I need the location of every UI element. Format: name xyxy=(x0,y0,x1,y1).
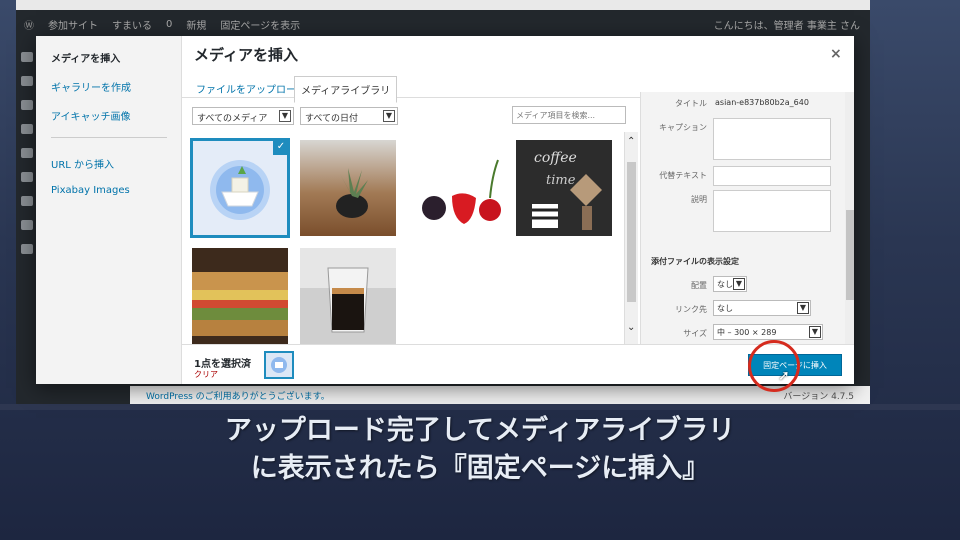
alt-label: 代替テキスト xyxy=(659,171,707,180)
attachment-succulent[interactable] xyxy=(300,140,396,236)
attachment-sandwich[interactable] xyxy=(192,248,288,344)
background-band xyxy=(0,404,960,410)
selection-count: 1点を選択済 xyxy=(194,359,251,370)
posts-icon[interactable] xyxy=(21,76,33,86)
svg-text:coffee: coffee xyxy=(534,150,577,166)
attachment-tofu[interactable]: ✓ xyxy=(190,138,290,238)
caption-line-1: アップロード完了してメディアライブラリ xyxy=(224,415,736,446)
coffee-image: coffee time xyxy=(532,150,602,230)
chevron-down-icon: ▼ xyxy=(279,110,291,122)
caption-field[interactable] xyxy=(713,118,831,160)
menu-insert-media[interactable]: メディアを挿入 xyxy=(51,50,181,65)
menu-separator xyxy=(51,137,167,138)
chevron-down-icon: ▼ xyxy=(809,326,821,338)
berries-image xyxy=(422,159,501,224)
users-icon[interactable] xyxy=(21,196,33,206)
wp-footer: WordPress のご利用ありがとうございます。 バージョン 4.7.5 xyxy=(130,386,870,404)
size-select[interactable]: 中 – 300 × 289 ▼ xyxy=(713,324,823,340)
media-type-filter-value: すべてのメディア xyxy=(197,114,268,124)
tab-media-library[interactable]: メディアライブラリ xyxy=(294,76,398,103)
admin-side-menu xyxy=(16,38,38,404)
settings-icon[interactable] xyxy=(21,244,33,254)
chevron-down-icon: ▼ xyxy=(797,302,809,314)
align-label: 配置 xyxy=(691,281,707,290)
wp-footer-thanks: WordPress のご利用ありがとうございます。 xyxy=(146,392,330,402)
attachment-berries[interactable] xyxy=(408,140,504,236)
alt-text-field[interactable] xyxy=(713,166,831,186)
media-type-filter[interactable]: すべてのメディア ▼ xyxy=(192,107,294,125)
scroll-up-icon[interactable]: ⌃ xyxy=(627,136,635,147)
admin-bar-sites[interactable]: 参加サイト xyxy=(48,17,98,32)
title-label: タイトル xyxy=(675,99,707,108)
details-scrollbar-thumb[interactable] xyxy=(846,210,854,300)
tools-icon[interactable] xyxy=(21,220,33,230)
display-settings-heading: 添付ファイルの表示設定 xyxy=(651,257,739,266)
menu-insert-from-url[interactable]: URL から挿入 xyxy=(51,156,181,171)
comments-icon[interactable] xyxy=(21,148,33,158)
browser-bookmark-strip xyxy=(16,0,870,10)
selected-thumbnail[interactable] xyxy=(264,351,294,379)
checkmark-icon[interactable]: ✓ xyxy=(273,140,288,155)
description-label: 説明 xyxy=(691,195,707,204)
media-modal: メディアを挿入 ギャラリーを作成 アイキャッチ画像 URL から挿入 Pixab… xyxy=(36,36,854,384)
attachment-espresso[interactable] xyxy=(300,248,396,344)
align-select-value: なし xyxy=(717,280,733,289)
size-select-value: 中 – 300 × 289 xyxy=(717,328,777,337)
caption-label: キャプション xyxy=(659,123,707,132)
close-icon[interactable]: × xyxy=(830,46,842,62)
admin-bar-greeting[interactable]: こんにちは、管理者 事業主 さん xyxy=(714,17,860,32)
admin-bar-view-page[interactable]: 固定ページを表示 xyxy=(220,17,300,32)
modal-title: メディアを挿入 xyxy=(194,46,298,64)
description-field[interactable] xyxy=(713,190,831,232)
svg-text:time: time xyxy=(546,173,576,188)
chevron-down-icon: ▼ xyxy=(383,110,395,122)
tofu-mini-image xyxy=(271,357,287,373)
scroll-down-icon[interactable]: ⌄ xyxy=(627,322,635,333)
link-select-value: なし xyxy=(717,304,733,313)
highlight-circle xyxy=(748,340,800,392)
slide-caption: アップロード完了してメディアライブラリ に表示されたら『固定ページに挿入』 xyxy=(0,412,960,488)
link-label: リンク先 xyxy=(675,305,707,314)
title-value[interactable]: asian-e837b80b2a_640 xyxy=(715,98,809,107)
admin-bar-new[interactable]: 新規 xyxy=(186,17,206,32)
chevron-down-icon: ▼ xyxy=(733,278,745,290)
caption-line-2: に表示されたら『固定ページに挿入』 xyxy=(250,453,710,484)
size-label: サイズ xyxy=(683,329,707,338)
pages-icon[interactable] xyxy=(21,124,33,134)
attachment-details: タイトル asian-e837b80b2a_640 キャプション 代替テキスト … xyxy=(640,92,854,344)
media-icon[interactable] xyxy=(21,100,33,110)
media-date-filter-value: すべての日付 xyxy=(305,114,359,124)
admin-bar: Ⓦ 参加サイト すまいる 0 新規 固定ページを表示 こんにちは、管理者 事業主… xyxy=(16,10,870,38)
grid-scrollbar-thumb[interactable] xyxy=(627,162,636,302)
wordpress-logo-icon[interactable]: Ⓦ xyxy=(24,17,34,32)
mouse-pointer-icon: ➚ xyxy=(778,368,790,384)
attachments-grid: ✓ coffee time xyxy=(182,132,626,344)
clear-selection-link[interactable]: クリア xyxy=(194,369,218,380)
menu-create-gallery[interactable]: ギャラリーを作成 xyxy=(51,79,181,94)
succulent-image xyxy=(336,168,368,218)
espresso-image xyxy=(300,248,396,333)
details-scrollbar[interactable] xyxy=(845,92,854,344)
attachment-coffee[interactable]: coffee time xyxy=(516,140,612,236)
media-date-filter[interactable]: すべての日付 ▼ xyxy=(300,107,398,125)
link-select[interactable]: なし ▼ xyxy=(713,300,811,316)
media-search-input[interactable]: メディア項目を検索... xyxy=(512,106,626,124)
wp-footer-version: バージョン 4.7.5 xyxy=(783,392,854,402)
dashboard-icon[interactable] xyxy=(21,52,33,62)
media-modal-menu: メディアを挿入 ギャラリーを作成 アイキャッチ画像 URL から挿入 Pixab… xyxy=(36,36,182,384)
grid-scrollbar[interactable]: ⌃ ⌄ xyxy=(624,132,638,344)
align-select[interactable]: なし ▼ xyxy=(713,276,747,292)
sandwich-image xyxy=(192,272,288,336)
admin-bar-home[interactable]: すまいる xyxy=(112,17,152,32)
admin-bar-comments[interactable]: 0 xyxy=(166,19,172,30)
menu-pixabay-images[interactable]: Pixabay Images xyxy=(51,185,181,196)
menu-featured-image[interactable]: アイキャッチ画像 xyxy=(51,108,181,123)
contact-icon[interactable] xyxy=(21,172,33,182)
